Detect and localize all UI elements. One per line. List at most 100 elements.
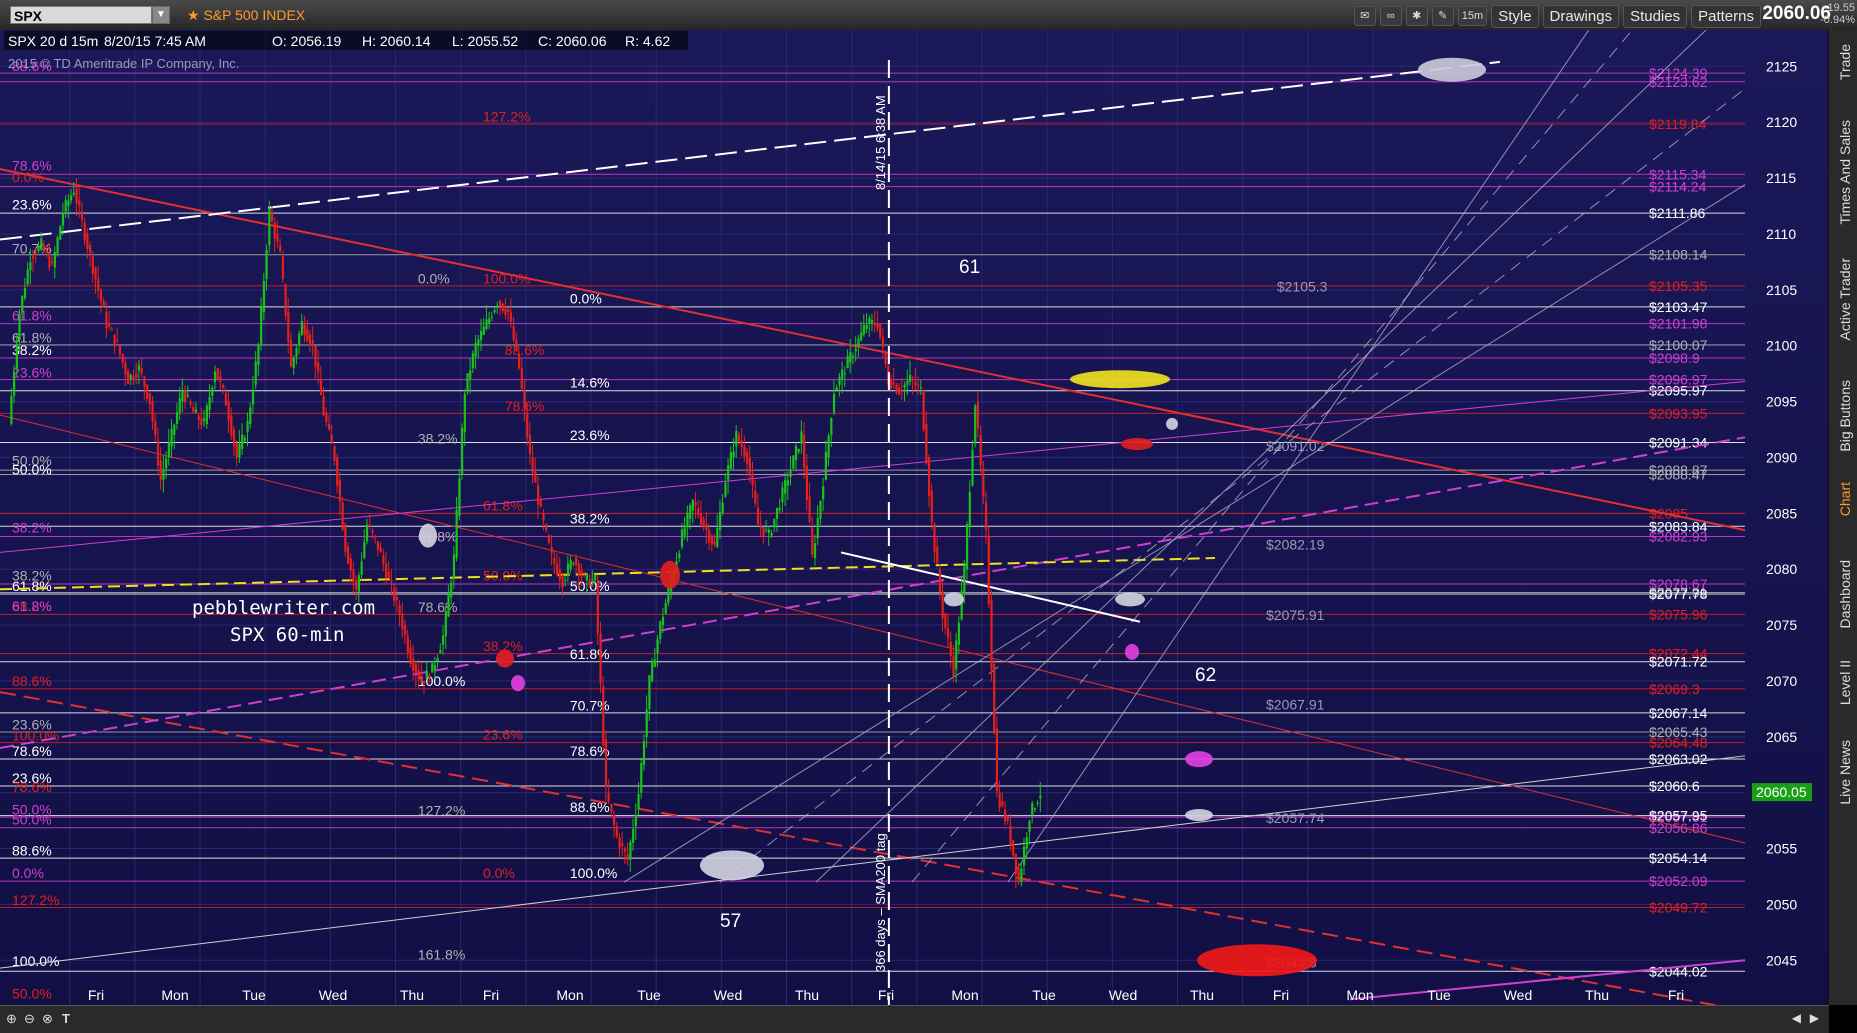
settings-icon[interactable]: ✱ (1405, 6, 1428, 26)
candle-body-down (395, 597, 399, 601)
candle-body-down (930, 490, 933, 523)
candle-body-up (262, 280, 265, 313)
time-axis-tick-label: Mon (1346, 987, 1373, 1003)
tab-chart[interactable]: Chart (1837, 482, 1853, 516)
candle-body-down (879, 323, 882, 338)
candle-body-down (200, 418, 203, 425)
candle-body-down (319, 379, 323, 396)
price-chart[interactable]: $2124.39$2123.62$2119.84$2115.34$2114.24… (0, 30, 1829, 1005)
drawings-button[interactable]: Drawings (1542, 4, 1620, 28)
candle-body-down (113, 334, 116, 346)
price-axis-tick-label: 2070 (1766, 673, 1797, 689)
info-datetime: 8/20/15 7:45 AM (104, 33, 206, 49)
candle-body-up (729, 452, 732, 469)
scroll-right-icon[interactable]: ▶ (1810, 1011, 1819, 1025)
candle-body-down (401, 613, 404, 630)
candle-body-up (29, 262, 32, 271)
candle-body-up (439, 650, 442, 654)
candle-body-down (995, 728, 999, 792)
tools-icon[interactable]: ✎ (1431, 6, 1454, 26)
price-level-label: $2098.9 (1649, 350, 1700, 366)
style-button[interactable]: Style (1491, 4, 1539, 28)
text-tool-icon[interactable]: T (62, 1011, 70, 1026)
candle-body-down (154, 421, 157, 436)
tab-live-news[interactable]: Live News (1837, 740, 1853, 805)
tab-active-trader[interactable]: Active Trader (1837, 258, 1853, 340)
time-axis-tick-label: Mon (161, 987, 188, 1003)
vertical-marker-label-bottom: 366 days – SMA200 tag (873, 833, 888, 972)
candle-body-up (718, 511, 722, 531)
candle-body-up (243, 437, 246, 441)
candle-body-up (490, 316, 494, 318)
candle-body-down (289, 340, 293, 367)
candle-body-up (463, 393, 466, 433)
candle-body-down (946, 627, 950, 639)
candle-body-down (558, 569, 561, 580)
price-axis-tick-label: 2080 (1766, 561, 1797, 577)
candle-body-down (504, 306, 507, 315)
candle-body-down (1014, 854, 1018, 875)
candle-body-down (811, 527, 814, 555)
tab-dashboard[interactable]: Dashboard (1837, 560, 1853, 629)
tab-level-ii[interactable]: Level II (1837, 660, 1853, 705)
fib-label: 38.2% (418, 430, 458, 446)
fib-label: 0.0% (418, 270, 450, 286)
symbol-input[interactable]: SPX (10, 6, 152, 24)
chart-toolbar: ✉ ∞ ✱ ✎ 15m Style Drawings Studies Patte… (1353, 4, 1761, 28)
interval-selector[interactable]: 15m (1457, 6, 1488, 26)
candle-body-down (553, 558, 556, 564)
price-axis-tick-label: 2055 (1766, 841, 1797, 857)
candle-body-up (436, 658, 439, 662)
candle-body-down (227, 401, 230, 421)
candle-body-down (976, 401, 980, 429)
tab-times-and-sales[interactable]: Times And Sales (1837, 120, 1853, 225)
candle-body-up (1036, 802, 1039, 804)
watermark-site: pebblewriter.com (192, 597, 375, 619)
envelope-icon[interactable]: ✉ (1353, 6, 1376, 26)
white-ellipse-marker (419, 523, 437, 548)
red-ellipse-marker (1121, 438, 1153, 451)
tab-big-buttons[interactable]: Big Buttons (1837, 380, 1853, 452)
candle-body-up (838, 376, 841, 385)
candle-body-down (189, 401, 192, 405)
candle-body-up (254, 361, 257, 385)
right-sidebar: Trade Times And Sales Active Trader Big … (1828, 30, 1857, 1005)
candle-body-down (48, 256, 51, 268)
patterns-button[interactable]: Patterns (1691, 4, 1761, 28)
crosshair-icon[interactable]: ⊗ (42, 1011, 53, 1027)
link-icon[interactable]: ∞ (1379, 6, 1402, 26)
studies-button[interactable]: Studies (1623, 4, 1688, 28)
candle-body-down (748, 457, 751, 475)
candle-body-down (523, 390, 526, 409)
time-axis-tick-label: Wed (1504, 987, 1533, 1003)
fib-label: 100.0% (12, 953, 59, 969)
candle-body-down (80, 211, 84, 220)
tab-trade[interactable]: Trade (1837, 44, 1853, 80)
candle-body-up (822, 486, 825, 500)
candle-body-down (898, 387, 901, 395)
zoom-out-icon[interactable]: ⊖ (24, 1011, 35, 1027)
candle-body-up (678, 553, 681, 559)
symbol-dropdown-icon[interactable]: ▼ (152, 6, 170, 24)
fib-label: 61.8% (12, 598, 52, 614)
candle-body-up (441, 635, 445, 645)
candle-body-up (1020, 868, 1023, 883)
time-axis-tick-label: Tue (1427, 987, 1451, 1003)
candle-body-down (1012, 840, 1015, 856)
scroll-left-icon[interactable]: ◀ (1792, 1011, 1801, 1025)
star-icon[interactable]: ★ (187, 7, 203, 23)
candle-body-up (971, 449, 974, 486)
candle-body-up (23, 287, 27, 299)
mid-price-label: $2105.3 (1277, 278, 1328, 294)
candle-body-up (360, 561, 363, 575)
candle-body-up (186, 395, 189, 397)
zoom-in-icon[interactable]: ⊕ (6, 1011, 17, 1027)
time-axis-tick-label: Fri (878, 987, 894, 1003)
candle-body-down (1006, 817, 1009, 821)
candle-body-down (32, 256, 35, 259)
candle-body-down (287, 312, 290, 343)
fib-label: 38.2% (12, 342, 52, 358)
candle-body-up (827, 435, 830, 458)
candle-body-up (496, 305, 499, 307)
candle-body-up (564, 579, 567, 581)
